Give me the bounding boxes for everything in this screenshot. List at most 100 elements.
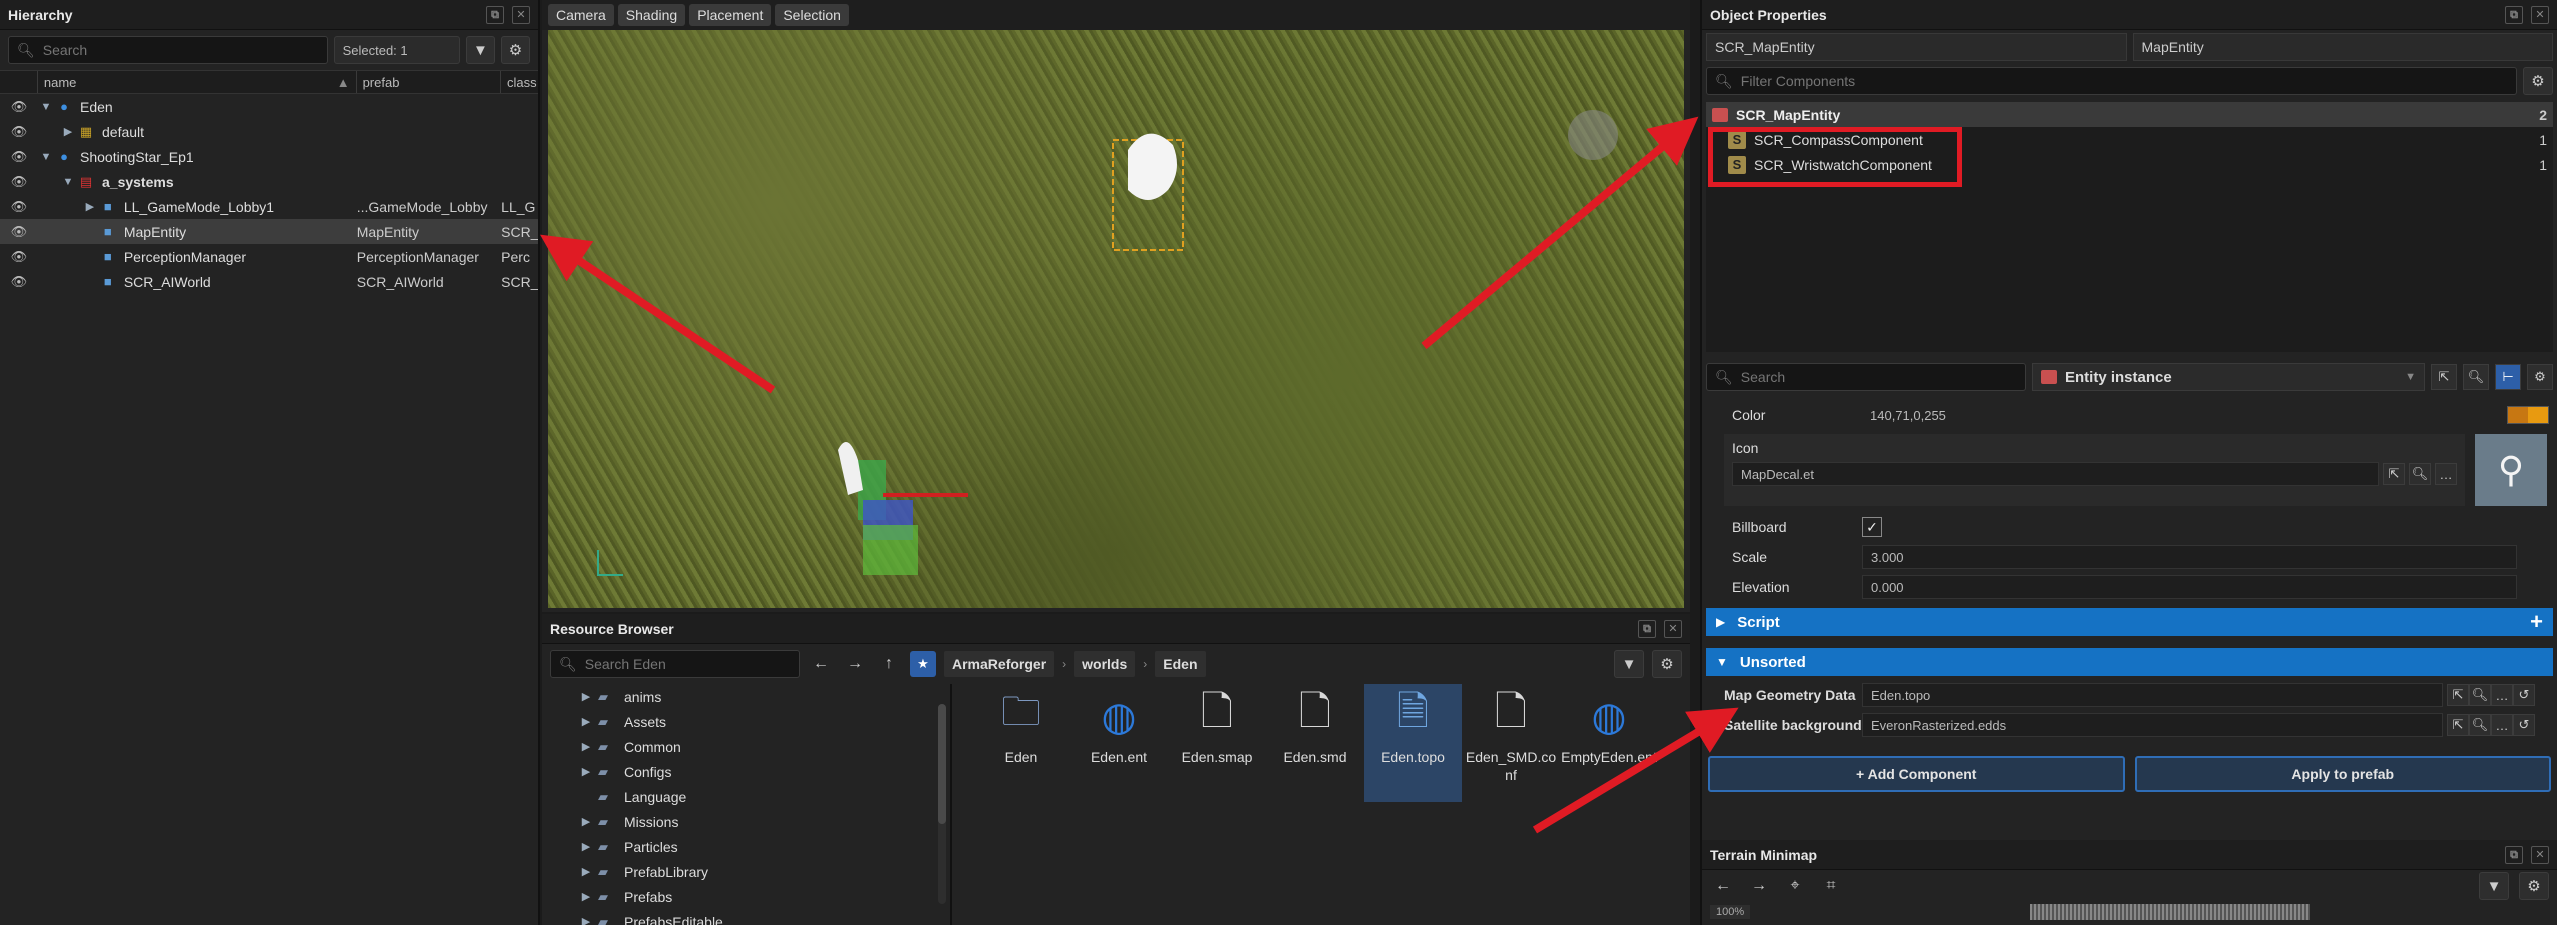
section-unsorted[interactable]: ▼ Unsorted xyxy=(1706,648,2553,676)
file-item[interactable]: 🗋︎ Eden.smd xyxy=(1266,684,1364,802)
undock-icon[interactable]: ⧉ xyxy=(1638,619,1656,638)
scale-field[interactable]: 3.000 xyxy=(1862,545,2517,569)
property-search-input[interactable] xyxy=(1740,369,2017,385)
open-external-icon[interactable]: ⇱ xyxy=(2383,463,2405,485)
folder-item[interactable]: ▶ ▰ PrefabsEditable xyxy=(542,909,950,925)
property-search[interactable]: 🔍︎ xyxy=(1706,363,2026,391)
selection-menu[interactable]: Selection xyxy=(775,4,849,26)
file-item[interactable]: 🗋︎ Eden.smap xyxy=(1168,684,1266,802)
eye-icon[interactable]: 👁︎ xyxy=(0,149,38,165)
chevron-right-icon[interactable]: ▶ xyxy=(578,815,594,828)
tree-row[interactable]: 👁︎ ■ PerceptionManager PerceptionManager … xyxy=(0,244,538,269)
eye-icon[interactable]: 👁︎ xyxy=(0,174,38,190)
open-external-icon[interactable]: ⇱ xyxy=(2447,714,2469,736)
chevron-right-icon[interactable]: ▶ xyxy=(578,715,594,728)
chevron-right-icon[interactable]: ▶ xyxy=(578,690,594,703)
folder-scrollbar[interactable] xyxy=(938,704,946,904)
eye-icon[interactable]: 👁︎ xyxy=(0,99,38,115)
folder-item[interactable]: ▶ ▰ Missions xyxy=(542,809,950,834)
billboard-checkbox[interactable]: ✓ xyxy=(1862,517,1882,537)
more-icon[interactable]: … xyxy=(2491,684,2513,706)
folder-item[interactable]: ▶ ▰ Configs xyxy=(542,759,950,784)
up-arrow-icon[interactable]: ↑ xyxy=(876,651,902,677)
chevron-right-icon[interactable]: ▶ xyxy=(60,125,76,138)
more-icon[interactable]: … xyxy=(2491,714,2513,736)
forward-arrow-icon[interactable]: → xyxy=(842,651,868,677)
tree-row[interactable]: 👁︎ ▶ ▦ default xyxy=(0,119,538,144)
breadcrumb-eden[interactable]: Eden xyxy=(1155,651,1206,677)
search-icon[interactable]: 🔍︎ xyxy=(2469,684,2491,706)
col-class[interactable]: class xyxy=(501,71,538,93)
hierarchy-search-input[interactable] xyxy=(42,42,319,58)
tree-row[interactable]: 👁︎ ▶ ■ LL_GameMode_Lobby1 ...GameMode_Lobb… xyxy=(0,194,538,219)
eye-icon[interactable]: 👁︎ xyxy=(0,249,38,265)
undock-icon[interactable]: ⧉ xyxy=(2505,5,2523,24)
back-arrow-icon[interactable]: ← xyxy=(1710,873,1736,899)
chevron-down-icon[interactable]: ▼ xyxy=(38,151,54,163)
chevron-down-icon[interactable]: ▼ xyxy=(38,101,54,113)
eye-icon[interactable]: 👁︎ xyxy=(0,124,38,140)
eye-icon[interactable]: 👁︎ xyxy=(0,274,38,290)
tree-row[interactable]: 👁︎ ▼ ● Eden xyxy=(0,94,538,119)
tree-row[interactable]: 👁︎ ▼ ▤ a_systems xyxy=(0,169,538,194)
open-external-icon[interactable]: ⇱ xyxy=(2447,684,2469,706)
file-item[interactable]: 🗋︎ Eden_SMD.conf xyxy=(1462,684,1560,802)
undock-icon[interactable]: ⧉ xyxy=(2505,845,2523,864)
filter-components-input[interactable] xyxy=(1740,73,2508,89)
chevron-right-icon[interactable]: ▶ xyxy=(578,890,594,903)
search-icon[interactable]: 🔍︎ xyxy=(2409,463,2431,485)
close-icon[interactable]: ✕ xyxy=(2531,5,2549,24)
map-geometry-field[interactable]: Eden.topo xyxy=(1862,683,2443,707)
hierarchy-view-icon[interactable]: ⊢ xyxy=(2495,364,2521,390)
col-prefab[interactable]: prefab xyxy=(357,71,501,93)
name-field[interactable]: MapEntity xyxy=(2132,33,2553,61)
gear-icon[interactable]: ⚙ xyxy=(2523,67,2553,95)
satellite-field[interactable]: EveronRasterized.edds xyxy=(1862,713,2443,737)
undock-icon[interactable]: ⧉ xyxy=(486,5,504,24)
gear-icon[interactable]: ⚙ xyxy=(500,36,530,64)
crosshair-icon[interactable]: ⌖ xyxy=(1782,873,1808,899)
scene-view[interactable] xyxy=(548,30,1684,608)
eye-icon[interactable]: 👁︎ xyxy=(0,199,38,215)
chevron-right-icon[interactable]: ▶ xyxy=(578,740,594,753)
filter-icon[interactable]: ▼ xyxy=(2479,872,2509,900)
gear-icon[interactable]: ⚙ xyxy=(1652,650,1682,678)
folder-item[interactable]: ▶ ▰ PrefabLibrary xyxy=(542,859,950,884)
forward-arrow-icon[interactable]: → xyxy=(1746,873,1772,899)
col-name[interactable]: name ▲ xyxy=(38,71,357,93)
elevation-field[interactable]: 0.000 xyxy=(1862,575,2517,599)
favorite-star-icon[interactable]: ★ xyxy=(910,651,936,677)
folder-item[interactable]: ▶ ▰ Particles xyxy=(542,834,950,859)
eye-icon[interactable]: 👁︎ xyxy=(0,224,38,240)
chevron-down-icon[interactable]: ▼ xyxy=(60,176,76,188)
folder-item[interactable]: ▶ ▰ Prefabs xyxy=(542,884,950,909)
add-component-button[interactable]: + Add Component xyxy=(1708,756,2125,792)
resource-search[interactable]: 🔍︎ xyxy=(550,650,800,678)
more-icon[interactable]: … xyxy=(2435,463,2457,485)
camera-menu[interactable]: Camera xyxy=(548,4,614,26)
apply-to-prefab-button[interactable]: Apply to prefab xyxy=(2134,756,2551,792)
open-external-icon[interactable]: ⇱ xyxy=(2431,364,2457,390)
folder-item[interactable]: ▶ ▰ anims xyxy=(542,684,950,709)
close-icon[interactable]: ✕ xyxy=(1664,619,1682,638)
tree-row-selected[interactable]: 👁︎ ■ MapEntity MapEntity SCR_ xyxy=(0,219,538,244)
folder-item[interactable]: ▶ ▰ Common xyxy=(542,734,950,759)
chevron-right-icon[interactable]: ▶ xyxy=(578,915,594,925)
close-icon[interactable]: ✕ xyxy=(2531,845,2549,864)
tree-row[interactable]: 👁︎ ▼ ● ShootingStar_Ep1 xyxy=(0,144,538,169)
file-item[interactable]: 🗀︎ Eden xyxy=(972,684,1070,802)
reset-icon[interactable]: ↺ xyxy=(2513,684,2535,706)
back-arrow-icon[interactable]: ← xyxy=(808,651,834,677)
search-icon[interactable]: 🔍︎ xyxy=(2469,714,2491,736)
placement-menu[interactable]: Placement xyxy=(689,4,772,26)
icon-field[interactable]: MapDecal.et xyxy=(1732,462,2379,486)
breadcrumb-worlds[interactable]: worlds xyxy=(1074,651,1136,677)
chevron-right-icon[interactable]: ▶ xyxy=(578,865,594,878)
crop-icon[interactable]: ⌗ xyxy=(1818,873,1844,899)
color-swatch[interactable] xyxy=(2507,406,2549,424)
resource-search-input[interactable] xyxy=(584,656,791,672)
filter-icon[interactable]: ▼ xyxy=(465,36,495,64)
chevron-right-icon[interactable]: ▶ xyxy=(578,765,594,778)
folder-item[interactable]: ▶ ▰ Assets xyxy=(542,709,950,734)
gear-icon[interactable]: ⚙ xyxy=(2527,364,2553,390)
